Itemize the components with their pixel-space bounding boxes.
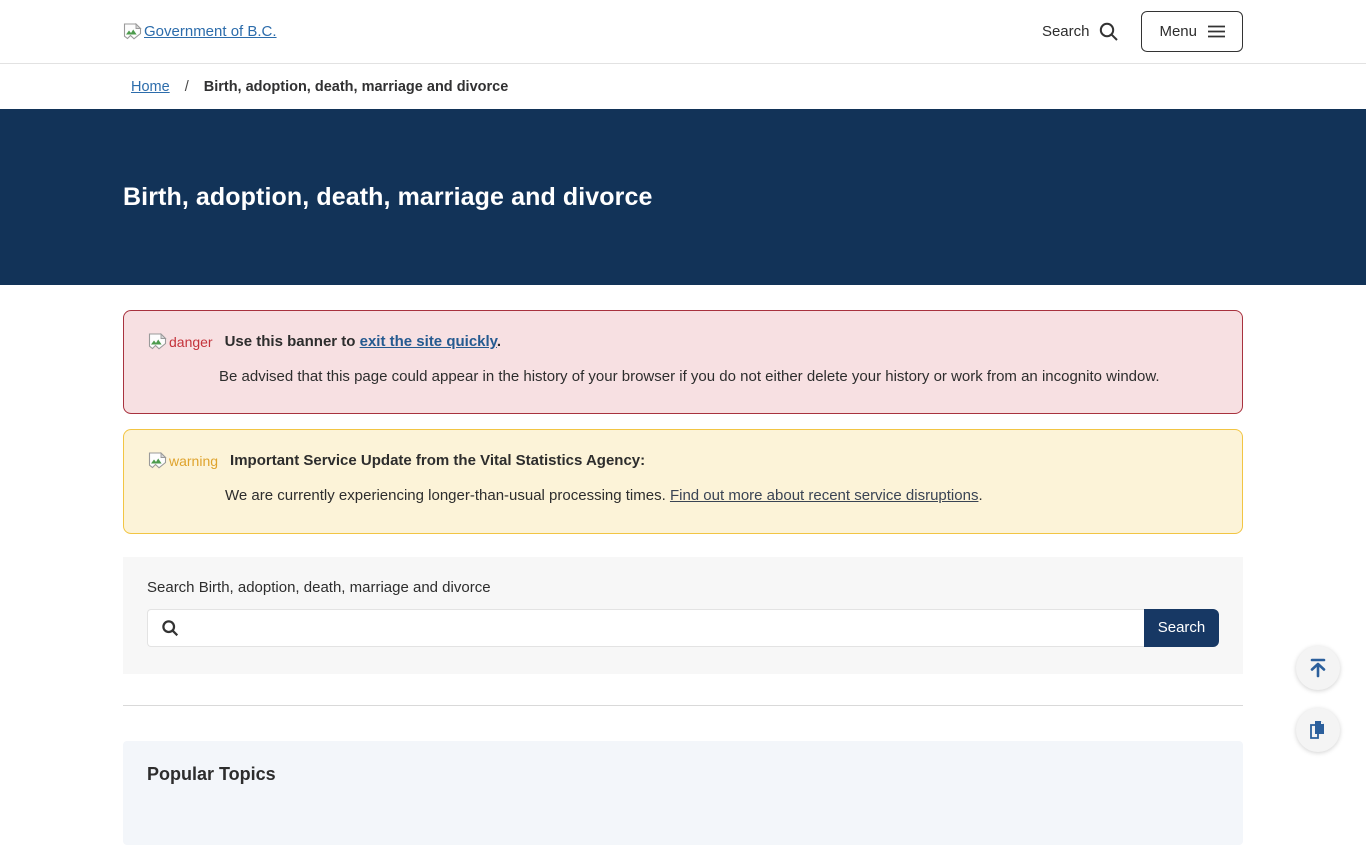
danger-lead-suffix: . [497, 333, 501, 350]
topic-search-label: Search Birth, adoption, death, marriage … [147, 579, 1219, 596]
danger-lead-prefix: Use this banner to [225, 333, 360, 350]
search-submit-button[interactable]: Search [1144, 609, 1219, 647]
arrow-up-icon [1307, 657, 1329, 679]
breadcrumb-separator: / [185, 79, 189, 95]
search-input-wrapper [147, 609, 1144, 647]
broken-image-icon [123, 23, 142, 40]
danger-broken-image-icon: danger [148, 333, 213, 350]
warning-icon-alt-text: warning [169, 453, 218, 469]
warning-alert-lead: Important Service Update from the Vital … [230, 452, 645, 469]
warning-alert-body: We are currently experiencing longer-tha… [148, 486, 1218, 506]
logo-alt-text: Government of B.C. [144, 23, 277, 40]
breadcrumb-home-link[interactable]: Home [131, 79, 170, 95]
danger-alert-lead: Use this banner to exit the site quickly… [225, 333, 501, 350]
warning-body-prefix: We are currently experiencing longer-tha… [225, 487, 670, 504]
exit-site-quickly-link[interactable]: exit the site quickly [360, 333, 497, 350]
service-disruptions-link[interactable]: Find out more about recent service disru… [670, 487, 979, 504]
search-input-icon [161, 619, 179, 637]
popular-topics-heading: Popular Topics [147, 764, 1219, 785]
page-title: Birth, adoption, death, marriage and div… [123, 109, 1243, 212]
hamburger-icon [1208, 25, 1225, 38]
site-header: Government of B.C. Search Menu [0, 0, 1366, 64]
menu-button[interactable]: Menu [1141, 11, 1243, 52]
exit-site-danger-alert: danger Use this banner to exit the site … [123, 310, 1243, 414]
section-divider [123, 705, 1243, 706]
main-content: danger Use this banner to exit the site … [123, 285, 1243, 845]
warning-broken-image-icon: warning [148, 452, 218, 469]
breadcrumb-current-page: Birth, adoption, death, marriage and div… [204, 79, 509, 95]
danger-alert-body: Be advised that this page could appear i… [148, 367, 1218, 387]
header-search-label: Search [1042, 23, 1090, 40]
service-update-warning-alert: warning Important Service Update from th… [123, 429, 1243, 533]
search-input[interactable] [179, 610, 1144, 646]
breadcrumb: Home / Birth, adoption, death, marriage … [0, 64, 1366, 109]
copy-contents-button[interactable] [1296, 708, 1340, 752]
warning-body-suffix: . [978, 487, 982, 504]
header-search-toggle[interactable]: Search [1042, 21, 1120, 42]
danger-icon-alt-text: danger [169, 334, 213, 350]
topic-search-section: Search Birth, adoption, death, marriage … [123, 557, 1243, 674]
hero-banner: Birth, adoption, death, marriage and div… [0, 109, 1366, 285]
gov-bc-logo-link[interactable]: Government of B.C. [123, 23, 277, 40]
back-to-top-button[interactable] [1296, 646, 1340, 690]
copy-pages-icon [1307, 719, 1329, 741]
menu-button-label: Menu [1159, 23, 1197, 40]
popular-topics-card: Popular Topics [123, 741, 1243, 845]
search-icon [1098, 21, 1119, 42]
